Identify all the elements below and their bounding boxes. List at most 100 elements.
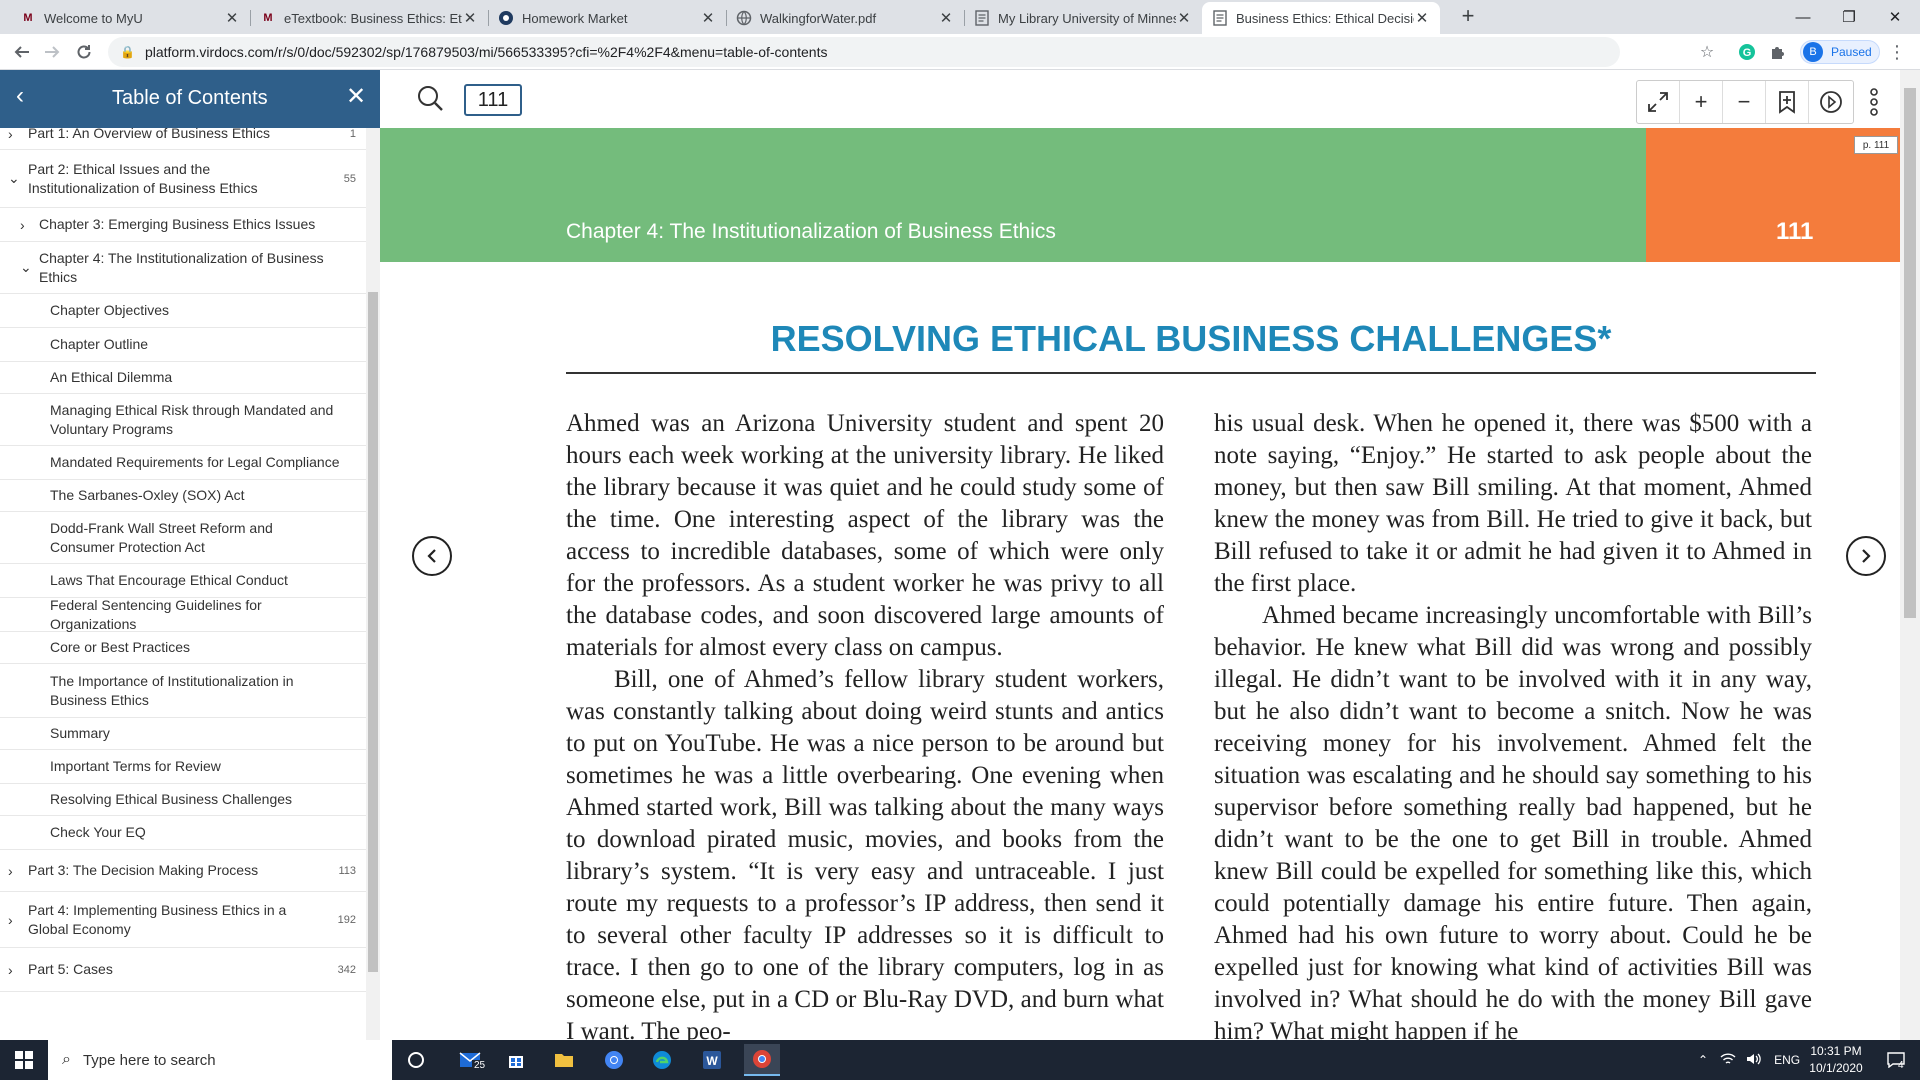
toc-item-best-practices[interactable]: Core or Best Practices (0, 632, 366, 664)
chevron-right-icon: › (8, 862, 13, 879)
toc-item-resolving-challenges[interactable]: Resolving Ethical Business Challenges (0, 784, 366, 816)
store-icon[interactable] (500, 1044, 532, 1076)
tab-homework-market[interactable]: Homework Market ✕ (488, 2, 726, 34)
toc-item-federal-sentencing[interactable]: Federal Sentencing Guidelines for Organi… (0, 597, 366, 632)
close-icon[interactable]: ✕ (224, 9, 240, 27)
file-explorer-icon[interactable] (548, 1044, 580, 1076)
more-options-icon[interactable] (1864, 84, 1884, 120)
toc-item-sox-act[interactable]: The Sarbanes-Oxley (SOX) Act (0, 480, 366, 512)
tab-title: eTextbook: Business Ethics: Ethica (284, 10, 462, 26)
address-bar[interactable]: 🔒 platform.virdocs.com/r/s/0/doc/592302/… (108, 37, 1620, 67)
toc-item-dodd-frank[interactable]: Dodd-Frank Wall Street Reform and Consum… (0, 512, 366, 564)
chevron-right-icon: › (8, 961, 13, 978)
toc-item-chapter-outline[interactable]: Chapter Outline (0, 328, 366, 362)
arrow-left-icon (14, 46, 29, 58)
close-icon[interactable]: ✕ (938, 9, 954, 27)
mail-icon[interactable]: 25 (450, 1044, 490, 1076)
cortana-icon[interactable] (400, 1044, 432, 1076)
tab-etextbook[interactable]: M eTextbook: Business Ethics: Ethica ✕ (250, 2, 488, 34)
close-icon[interactable]: ✕ (1176, 9, 1192, 27)
chevron-up-icon[interactable]: ⌃ (1698, 1053, 1708, 1067)
zoom-in-button[interactable]: + (1680, 81, 1723, 123)
paragraph: Ahmed was an Arizona University student … (566, 410, 1164, 661)
tab-my-library[interactable]: My Library University of Minneso ✕ (964, 2, 1202, 34)
toc-item-importance-institutionalization[interactable]: The Importance of Institutionalization i… (0, 664, 366, 718)
toc-item-chapter-4[interactable]: ⌄ Chapter 4: The Institutionalization of… (0, 242, 366, 294)
edge-icon[interactable] (646, 1044, 678, 1076)
close-icon[interactable]: ✕ (346, 82, 366, 111)
windows-taskbar: ⌕ Type here to search 25 W ⌃ ENG 10:31 P… (0, 1040, 1920, 1080)
system-tray: ⌃ ENG (1698, 1040, 1800, 1080)
toc-item-label: Part 3: The Decision Making Process (28, 862, 259, 878)
toc-item-check-your-eq[interactable]: Check Your EQ (0, 816, 366, 850)
wifi-icon[interactable] (1720, 1052, 1736, 1069)
close-icon[interactable]: ✕ (462, 9, 478, 27)
taskbar-clock[interactable]: 10:31 PM 10/1/2020 (1800, 1043, 1872, 1077)
toc-item-summary[interactable]: Summary (0, 718, 366, 750)
new-tab-button[interactable]: + (1456, 5, 1480, 29)
volume-icon[interactable] (1746, 1052, 1762, 1069)
toc-item-ethical-dilemma[interactable]: An Ethical Dilemma (0, 362, 366, 394)
toc-item-part-2[interactable]: ⌄ Part 2: Ethical Issues and the Institu… (0, 150, 366, 208)
play-audio-button[interactable] (1809, 81, 1852, 123)
avatar: B (1803, 42, 1823, 62)
back-chevron-icon[interactable]: ‹ (16, 82, 24, 110)
add-bookmark-button[interactable] (1766, 81, 1809, 123)
toc-item-managing-ethical-risk[interactable]: Managing Ethical Risk through Mandated a… (0, 394, 366, 446)
back-button[interactable] (8, 38, 36, 66)
toc-item-important-terms[interactable]: Important Terms for Review (0, 750, 366, 784)
minimize-button[interactable]: — (1780, 0, 1826, 34)
myu-icon: M (263, 12, 273, 24)
extensions-puzzle-icon[interactable] (1766, 41, 1788, 63)
toc-item-chapter-3[interactable]: › Chapter 3: Emerging Business Ethics Is… (0, 208, 366, 242)
profile-button[interactable]: B Paused (1800, 40, 1880, 64)
previous-page-button[interactable] (412, 536, 452, 576)
word-icon[interactable]: W (696, 1044, 728, 1076)
language-indicator[interactable]: ENG (1774, 1053, 1800, 1067)
toc-item-part-4[interactable]: › Part 4: Implementing Business Ethics i… (0, 892, 366, 948)
start-button[interactable] (8, 1044, 40, 1076)
tab-walkingforwater[interactable]: WalkingforWater.pdf ✕ (726, 2, 964, 34)
page-number-input[interactable]: 111 (464, 84, 522, 116)
printed-page-number: 111 (1776, 218, 1814, 245)
toc-item-label: Part 2: Ethical Issues and the Instituti… (28, 160, 258, 196)
search-icon: ⌕ (62, 1051, 71, 1068)
toc-item-part-3[interactable]: › Part 3: The Decision Making Process 11… (0, 850, 366, 892)
toc-item-label: Chapter Objectives (50, 302, 170, 318)
taskbar-search[interactable]: ⌕ Type here to search (48, 1040, 392, 1080)
close-window-button[interactable]: ✕ (1872, 0, 1918, 34)
grammarly-icon[interactable]: G (1736, 41, 1758, 63)
restore-button[interactable]: ❐ (1826, 0, 1872, 34)
document-icon (974, 10, 990, 26)
toc-item-label: Chapter 4: The Institutionalization of B… (39, 249, 324, 285)
tab-myu[interactable]: M Welcome to MyU ✕ (10, 2, 250, 34)
close-icon[interactable]: ✕ (700, 9, 716, 27)
toc-item-part-5[interactable]: › Part 5: Cases 342 (0, 948, 366, 992)
toc-item-mandated-requirements[interactable]: Mandated Requirements for Legal Complian… (0, 446, 366, 480)
tab-title: Homework Market (522, 10, 628, 26)
toc-item-chapter-objectives[interactable]: Chapter Objectives (0, 294, 366, 328)
toc-scrollbar-thumb[interactable] (368, 292, 378, 972)
toc-title: Table of Contents (112, 87, 268, 109)
close-icon[interactable]: ✕ (1414, 9, 1430, 27)
chrome-icon[interactable] (598, 1044, 630, 1076)
bookmark-star-icon[interactable]: ☆ (1696, 41, 1718, 63)
toc-item-part-1[interactable]: › Part 1: An Overview of Business Ethics… (0, 128, 366, 150)
page-scrollbar-thumb[interactable] (1904, 88, 1916, 618)
notifications-icon[interactable]: 4 (1880, 1044, 1912, 1076)
chrome-active-icon[interactable] (744, 1044, 780, 1076)
more-menu-icon[interactable]: ⋮ (1886, 41, 1908, 63)
zoom-out-button[interactable]: − (1723, 81, 1766, 123)
search-button[interactable] (412, 80, 448, 116)
tab-business-ethics[interactable]: Business Ethics: Ethical Decision I ✕ (1202, 2, 1440, 34)
clock-date: 10/1/2020 (1809, 1061, 1863, 1075)
toc-sidebar: ‹ Table of Contents ✕ › Part 1: An Overv… (0, 70, 380, 1040)
reload-button[interactable] (70, 38, 98, 66)
forward-button[interactable] (38, 38, 66, 66)
page-scrollbar[interactable] (1900, 70, 1920, 1040)
lock-icon: 🔒 (120, 45, 135, 59)
next-page-button[interactable] (1846, 536, 1886, 576)
toc-item-laws-ethical-conduct[interactable]: Laws That Encourage Ethical Conduct (0, 564, 366, 598)
expand-button[interactable] (1637, 81, 1680, 123)
toc-item-label: Chapter Outline (50, 336, 149, 352)
